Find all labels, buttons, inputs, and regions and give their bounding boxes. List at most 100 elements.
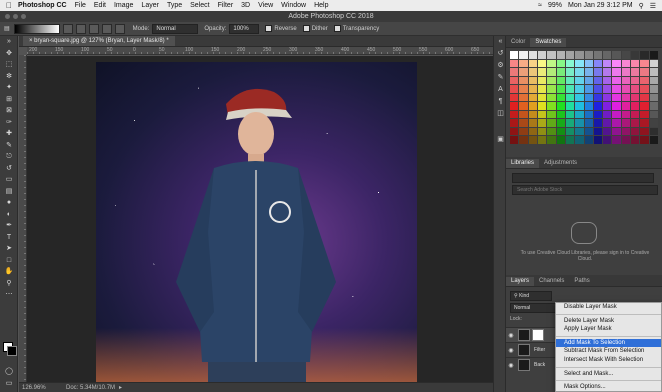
document-image[interactable] bbox=[96, 62, 417, 382]
swatch[interactable] bbox=[547, 59, 556, 67]
eyedropper-tool-icon[interactable]: ✑ bbox=[0, 117, 18, 129]
swatch[interactable] bbox=[593, 110, 603, 118]
swatch[interactable] bbox=[612, 76, 621, 84]
swatch[interactable] bbox=[547, 68, 556, 76]
swatch[interactable] bbox=[640, 51, 649, 59]
swatch[interactable] bbox=[621, 85, 631, 93]
swatch[interactable] bbox=[621, 93, 631, 101]
swatch[interactable] bbox=[547, 93, 556, 101]
swatch[interactable] bbox=[528, 51, 537, 59]
swatch[interactable] bbox=[603, 59, 612, 67]
swatch[interactable] bbox=[556, 76, 565, 84]
swatch[interactable] bbox=[528, 68, 537, 76]
swatch[interactable] bbox=[584, 102, 593, 110]
swatch[interactable] bbox=[510, 102, 519, 110]
more-tools-icon[interactable]: ⋯ bbox=[0, 289, 18, 301]
swatch[interactable] bbox=[510, 127, 519, 135]
swatch[interactable] bbox=[593, 119, 603, 127]
opacity-input[interactable]: 100% bbox=[229, 23, 260, 34]
swatch[interactable] bbox=[510, 85, 519, 93]
tab-libraries[interactable]: Libraries bbox=[506, 159, 540, 168]
swatch[interactable] bbox=[631, 119, 640, 127]
swatch[interactable] bbox=[510, 59, 519, 67]
swatch[interactable] bbox=[556, 110, 565, 118]
swatch[interactable] bbox=[640, 85, 649, 93]
swatch[interactable] bbox=[649, 127, 658, 135]
swatch[interactable] bbox=[510, 76, 519, 84]
layer-name[interactable]: Back bbox=[534, 362, 545, 368]
layer-thumbnail[interactable] bbox=[518, 359, 530, 371]
swatch[interactable] bbox=[519, 93, 528, 101]
swatch[interactable] bbox=[575, 51, 584, 59]
swatch[interactable] bbox=[612, 110, 621, 118]
swatch[interactable] bbox=[649, 59, 658, 67]
swatch[interactable] bbox=[612, 127, 621, 135]
swatch[interactable] bbox=[556, 59, 565, 67]
dodge-tool-icon[interactable]: ◐ bbox=[0, 209, 18, 221]
zoom-level[interactable]: 126.96% bbox=[19, 385, 52, 391]
menu-3d[interactable]: 3D bbox=[241, 2, 250, 9]
swatch[interactable] bbox=[612, 93, 621, 101]
lasso-tool-icon[interactable]: ✼ bbox=[0, 71, 18, 83]
swatch[interactable] bbox=[603, 93, 612, 101]
swatch[interactable] bbox=[593, 102, 603, 110]
swatch[interactable] bbox=[519, 59, 528, 67]
swatch[interactable] bbox=[640, 136, 649, 144]
menu-item-mask-options[interactable]: Mask Options... bbox=[556, 383, 661, 392]
collapse-tools-icon[interactable]: » bbox=[0, 36, 18, 48]
swatch[interactable] bbox=[621, 127, 631, 135]
swatch[interactable] bbox=[519, 127, 528, 135]
swatch[interactable] bbox=[537, 59, 547, 67]
swatch[interactable] bbox=[649, 76, 658, 84]
tab-adjustments[interactable]: Adjustments bbox=[539, 159, 582, 168]
swatch[interactable] bbox=[528, 76, 537, 84]
tab-swatches[interactable]: Swatches bbox=[530, 38, 567, 47]
swatch[interactable] bbox=[528, 119, 537, 127]
swatch[interactable] bbox=[593, 76, 603, 84]
swatch[interactable] bbox=[612, 119, 621, 127]
radial-gradient-button[interactable] bbox=[75, 23, 86, 34]
swatch[interactable] bbox=[510, 68, 519, 76]
menu-item-intersect-mask-with-selection[interactable]: Intersect Mask With Selection bbox=[556, 356, 661, 365]
swatch[interactable] bbox=[603, 51, 612, 59]
swatch[interactable] bbox=[640, 102, 649, 110]
swatch[interactable] bbox=[584, 119, 593, 127]
linear-gradient-button[interactable] bbox=[62, 23, 73, 34]
doc-size[interactable]: Doc: 5.34M/10.7M bbox=[66, 385, 115, 391]
swatch[interactable] bbox=[510, 110, 519, 118]
apple-menu-icon[interactable]:  bbox=[6, 1, 12, 10]
zoom-window-button[interactable] bbox=[21, 14, 26, 19]
swatch[interactable] bbox=[565, 119, 575, 127]
move-tool-icon[interactable]: ✥ bbox=[0, 48, 18, 60]
swatch[interactable] bbox=[640, 119, 649, 127]
status-menu-arrow-icon[interactable]: ▸ bbox=[119, 384, 122, 391]
menu-item-delete-layer-mask[interactable]: Delete Layer Mask bbox=[556, 317, 661, 326]
swatch[interactable] bbox=[556, 127, 565, 135]
swatch[interactable] bbox=[528, 127, 537, 135]
tab-paths[interactable]: Paths bbox=[569, 277, 594, 286]
swatch[interactable] bbox=[565, 85, 575, 93]
swatch[interactable] bbox=[631, 76, 640, 84]
swatch[interactable] bbox=[640, 127, 649, 135]
marquee-tool-icon[interactable]: ⬚ bbox=[0, 59, 18, 71]
swatch[interactable] bbox=[528, 136, 537, 144]
swatch[interactable] bbox=[593, 59, 603, 67]
menu-select[interactable]: Select bbox=[190, 2, 209, 9]
swatch[interactable] bbox=[537, 51, 547, 59]
swatch[interactable] bbox=[649, 51, 658, 59]
blur-tool-icon[interactable]: ● bbox=[0, 197, 18, 209]
swatch[interactable] bbox=[575, 136, 584, 144]
swatch[interactable] bbox=[640, 68, 649, 76]
swatch[interactable] bbox=[612, 85, 621, 93]
swatch[interactable] bbox=[528, 110, 537, 118]
swatch[interactable] bbox=[547, 110, 556, 118]
swatch[interactable] bbox=[593, 85, 603, 93]
swatch[interactable] bbox=[537, 85, 547, 93]
swatch[interactable] bbox=[575, 110, 584, 118]
swatch[interactable] bbox=[575, 76, 584, 84]
menu-layer[interactable]: Layer bbox=[141, 2, 159, 9]
swatch[interactable] bbox=[519, 102, 528, 110]
swatch[interactable] bbox=[575, 127, 584, 135]
battery-percent[interactable]: 99% bbox=[548, 2, 562, 9]
swatch[interactable] bbox=[584, 51, 593, 59]
